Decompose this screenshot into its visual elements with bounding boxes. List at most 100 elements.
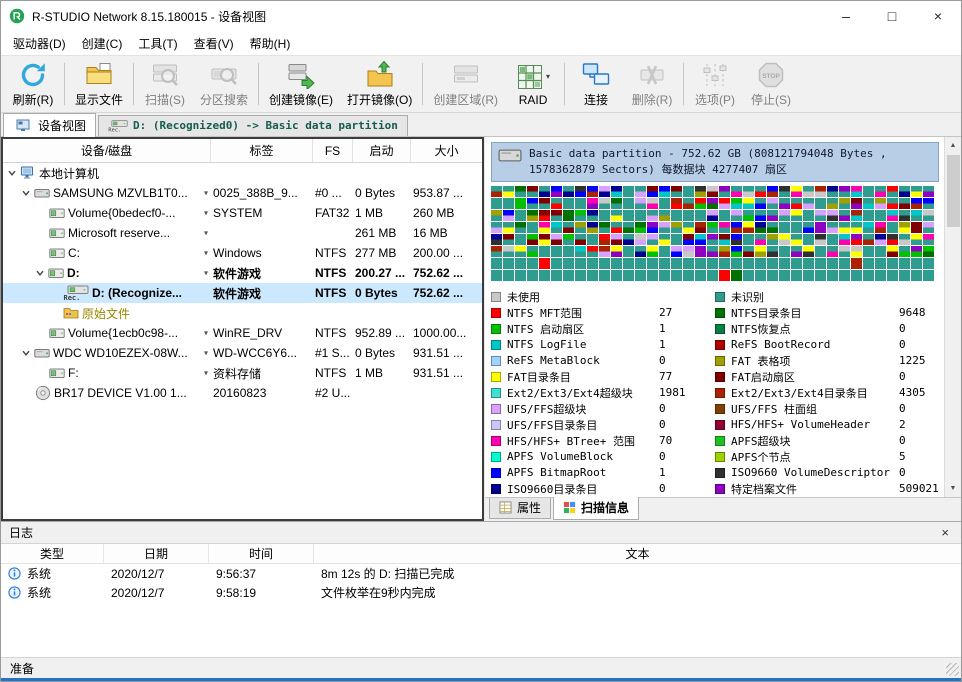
log-row[interactable]: 系统2020/12/79:56:378m 12s 的 D: 扫描已完成 [1, 564, 961, 583]
combo-dropdown-icon[interactable]: ▾ [204, 369, 208, 378]
combo-dropdown-icon[interactable]: ▾ [204, 229, 208, 238]
vertical-scrollbar[interactable]: ▲ ▼ [944, 137, 961, 497]
legend-swatch [715, 372, 725, 382]
drive-header-icon [498, 146, 522, 163]
svg-text:Rec.: Rec. [108, 127, 121, 132]
device-size: 16 MB [411, 223, 482, 243]
combo-dropdown-icon[interactable]: ▾ [204, 209, 208, 218]
device-row-local-computer[interactable]: 本地计算机 [3, 163, 482, 183]
map-block [659, 246, 670, 257]
resize-grip[interactable] [946, 663, 959, 676]
toolbar-create-image-button[interactable]: 创建镜像(E) [262, 58, 340, 110]
legend-label: 未使用 [507, 289, 540, 305]
scan-block-map[interactable] [491, 186, 939, 281]
map-block [815, 198, 826, 209]
map-block [803, 222, 814, 233]
map-block [791, 234, 802, 245]
device-row-volume-1ecb0c98[interactable]: Volume{1ecb0c98-...▾WinRE_DRVNTFS952.89 … [3, 323, 482, 343]
tab-scan-information[interactable]: 扫描信息 [553, 497, 639, 520]
map-block [899, 270, 910, 281]
device-row-raw-files[interactable]: 原始文件 [3, 303, 482, 323]
chevron-down-icon[interactable] [7, 168, 17, 178]
dropdown-arrow-icon[interactable]: ▾ [546, 72, 550, 81]
log-row[interactable]: 系统2020/12/79:58:19文件枚举在9秒内完成 [1, 583, 961, 602]
chevron-down-icon[interactable] [35, 268, 45, 278]
map-block [779, 270, 790, 281]
map-block [575, 234, 586, 245]
combo-dropdown-icon[interactable]: ▾ [204, 349, 208, 358]
map-block [851, 186, 862, 197]
menu-view[interactable]: 查看(V) [186, 32, 242, 55]
map-block [755, 246, 766, 257]
device-start: 0 Bytes [353, 283, 411, 303]
scrollbar-track[interactable] [945, 227, 961, 480]
menu-drive[interactable]: 驱动器(D) [5, 32, 74, 55]
map-block [599, 198, 610, 209]
device-row-microsoft-reserved[interactable]: Microsoft reserve...▾261 MB16 MB [3, 223, 482, 243]
menu-help[interactable]: 帮助(H) [242, 32, 299, 55]
menu-create[interactable]: 创建(C) [74, 32, 131, 55]
close-button[interactable]: × [915, 1, 961, 31]
map-block [587, 246, 598, 257]
map-block [587, 222, 598, 233]
device-name: Volume{0bedecf0-... [68, 206, 175, 220]
map-block [731, 246, 742, 257]
toolbar-show-files-button[interactable]: 显示文件 [68, 58, 130, 110]
device-label [211, 223, 313, 243]
map-block [527, 210, 538, 221]
device-row-volume-0bedecf0[interactable]: Volume{0bedecf0-...▾SYSTEMFAT321 MB260 M… [3, 203, 482, 223]
device-row-d-recognized[interactable]: Rec.D: (Recognize...软件游戏NTFS0 Bytes752.6… [3, 283, 482, 303]
legend-item: HFS/HFS+ BTree+ 范围70 [491, 433, 715, 449]
legend-swatch [491, 452, 501, 462]
legend-swatch [491, 372, 501, 382]
log-column-text: 文本 [314, 544, 961, 563]
map-block [755, 270, 766, 281]
map-block [671, 222, 682, 233]
device-row-f-drive[interactable]: F:▾资料存储NTFS1 MB931.51 ... [3, 363, 482, 383]
legend-label: HFS/HFS+ BTree+ 范围 [507, 433, 635, 449]
chevron-down-icon[interactable] [21, 348, 31, 358]
map-block [899, 210, 910, 221]
legend-swatch [715, 436, 725, 446]
tab-device-view[interactable]: 设备视图 [3, 113, 96, 137]
map-block [803, 246, 814, 257]
combo-dropdown-icon[interactable]: ▾ [204, 249, 208, 258]
legend-label: ISO9660 VolumeDescriptor [731, 466, 890, 479]
legend-item: ISO9660 VolumeDescriptor0 [715, 465, 939, 481]
minimize-button[interactable]: – [823, 1, 869, 31]
map-block [731, 258, 742, 269]
chevron-down-icon[interactable] [21, 188, 31, 198]
maximize-button[interactable]: □ [869, 1, 915, 31]
legend-item: ReFS MetaBlock0 [491, 353, 715, 369]
combo-dropdown-icon[interactable]: ▾ [204, 329, 208, 338]
toolbar-separator [133, 63, 134, 105]
toolbar-refresh-button[interactable]: 刷新(R) [5, 58, 61, 110]
device-row-d-drive[interactable]: D:▾软件游戏NTFS200.27 ...752.62 ... [3, 263, 482, 283]
tab-recognized-partition[interactable]: Rec.D: (Recognized0) -> Basic data parti… [98, 115, 408, 136]
map-block [623, 246, 634, 257]
device-row-c-drive[interactable]: C:▾WindowsNTFS277 MB200.00 ... [3, 243, 482, 263]
combo-dropdown-icon[interactable]: ▾ [204, 269, 208, 278]
legend-label: FAT启动扇区 [731, 369, 795, 385]
map-block [899, 186, 910, 197]
scroll-up-arrow-icon[interactable]: ▲ [945, 137, 961, 154]
device-row-samsung[interactable]: SAMSUNG MZVLB1T0...▾0025_388B_9...#0 ...… [3, 183, 482, 203]
map-block [527, 198, 538, 209]
toolbar-connect-button[interactable]: 连接 [568, 58, 624, 110]
device-row-br17[interactable]: BR17 DEVICE V1.00 1...20160823#2 U... [3, 383, 482, 403]
scroll-down-arrow-icon[interactable]: ▼ [945, 480, 961, 497]
log-close-icon[interactable]: × [937, 525, 953, 540]
combo-dropdown-icon[interactable]: ▾ [204, 189, 208, 198]
device-row-wdc[interactable]: WDC WD10EZEX-08W...▾WD-WCC6Y6...#1 S...0… [3, 343, 482, 363]
legend-swatch [715, 468, 725, 478]
toolbar-raid-button[interactable]: ▾RAID [505, 58, 561, 110]
toolbar-open-image-button[interactable]: 打开镜像(O) [340, 58, 419, 110]
legend-item: HFS/HFS+ VolumeHeader2 [715, 417, 939, 433]
scrollbar-thumb[interactable] [947, 155, 960, 227]
map-block [755, 222, 766, 233]
menu-tools[interactable]: 工具(T) [130, 32, 185, 55]
tab-properties[interactable]: 属性 [489, 498, 551, 519]
map-block [743, 210, 754, 221]
map-block [515, 198, 526, 209]
map-block [863, 222, 874, 233]
